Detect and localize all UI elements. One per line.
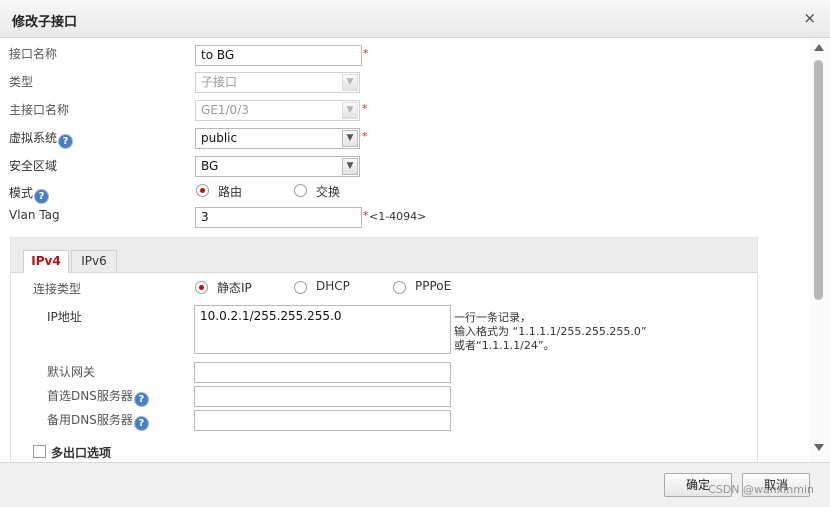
interface-name-input[interactable]: to BG xyxy=(195,45,362,66)
close-icon[interactable]: × xyxy=(803,9,816,27)
vertical-scrollbar[interactable] xyxy=(810,38,830,462)
multi-egress-label[interactable]: 多出口选项 xyxy=(51,444,111,461)
type-value: 子接口 xyxy=(201,75,238,89)
security-zone-select[interactable]: BG ▼ xyxy=(195,156,360,177)
primary-dns-label-text: 首选DNS服务器 xyxy=(47,389,133,403)
connection-dhcp-label[interactable]: DHCP xyxy=(316,279,350,293)
watermark: CSDN @wanxinmin xyxy=(708,483,814,496)
tab-ipv4[interactable]: IPv4 xyxy=(23,250,69,273)
required-marker: * xyxy=(363,47,369,60)
connection-dhcp-radio[interactable] xyxy=(294,281,307,294)
address-panel: IPv4 IPv6 连接类型 静态IP DHCP PPPoE IP地址 10.0… xyxy=(10,237,758,462)
connection-pppoe-label[interactable]: PPPoE xyxy=(415,279,451,293)
scroll-down-icon[interactable] xyxy=(814,444,824,451)
ip-address-textarea[interactable]: 10.0.2.1/255.255.255.0 xyxy=(194,305,451,354)
dialog-title: 修改子接口 xyxy=(12,15,78,30)
chevron-down-icon: ▼ xyxy=(342,74,358,91)
type-label: 类型 xyxy=(9,75,34,89)
default-gateway-input[interactable] xyxy=(194,362,451,383)
required-marker: * xyxy=(362,102,368,115)
mode-route-label[interactable]: 路由 xyxy=(218,183,242,200)
secondary-dns-label: 备用DNS服务器? xyxy=(47,411,148,430)
connection-static-label[interactable]: 静态IP xyxy=(217,279,252,296)
type-select: 子接口 ▼ xyxy=(195,72,360,93)
default-gateway-label: 默认网关 xyxy=(47,365,96,379)
help-icon[interactable]: ? xyxy=(134,393,148,406)
multi-egress-checkbox[interactable] xyxy=(33,445,46,458)
help-icon[interactable]: ? xyxy=(35,190,49,203)
connection-static-radio[interactable] xyxy=(195,281,208,294)
vlan-tag-input[interactable]: 3 xyxy=(195,207,362,228)
primary-dns-label: 首选DNS服务器? xyxy=(47,387,148,406)
ip-address-label: IP地址 xyxy=(47,310,82,324)
ipv4-tab-body: 连接类型 静态IP DHCP PPPoE IP地址 10.0.2.1/255.2… xyxy=(11,273,757,462)
secondary-dns-label-text: 备用DNS服务器 xyxy=(47,413,133,427)
secondary-dns-input[interactable] xyxy=(194,410,451,431)
primary-dns-input[interactable] xyxy=(194,386,451,407)
chevron-down-icon[interactable]: ▼ xyxy=(342,158,358,175)
tab-strip: IPv4 IPv6 xyxy=(11,238,757,273)
chevron-down-icon[interactable]: ▼ xyxy=(342,130,358,147)
help-icon[interactable]: ? xyxy=(134,417,148,430)
dialog-content: 接口名称 to BG * 类型 子接口 ▼ 主接口名称 GE1/0/3 ▼ * … xyxy=(0,38,810,462)
ip-hint-line3: 或者“1.1.1.1/24”。 xyxy=(454,339,555,352)
tab-ipv6[interactable]: IPv6 xyxy=(71,250,117,272)
help-icon[interactable]: ? xyxy=(59,135,73,148)
security-zone-label: 安全区域 xyxy=(9,159,58,173)
virtual-system-label: 虚拟系统? xyxy=(9,129,73,148)
virtual-system-select[interactable]: public ▼ xyxy=(195,128,360,149)
mode-switch-label[interactable]: 交换 xyxy=(316,183,340,200)
dialog-footer: 确定 取消 CSDN @wanxinmin xyxy=(0,462,830,507)
required-marker: * xyxy=(363,209,369,222)
interface-name-label: 接口名称 xyxy=(9,47,58,61)
scroll-up-icon[interactable] xyxy=(814,44,824,51)
vlan-tag-label: Vlan Tag xyxy=(9,208,60,222)
security-zone-value: BG xyxy=(201,159,219,173)
virtual-system-label-text: 虚拟系统 xyxy=(9,131,58,145)
mode-label: 模式? xyxy=(9,184,49,203)
chevron-down-icon: ▼ xyxy=(342,102,358,119)
virtual-system-value: public xyxy=(201,131,238,145)
mode-switch-radio[interactable] xyxy=(294,184,307,197)
scroll-thumb[interactable] xyxy=(814,60,823,300)
connection-type-label: 连接类型 xyxy=(33,282,82,296)
required-marker: * xyxy=(362,130,368,143)
dialog-title-bar[interactable]: 修改子接口 × xyxy=(0,0,830,38)
connection-pppoe-radio[interactable] xyxy=(393,281,406,294)
mode-route-radio[interactable] xyxy=(196,184,209,197)
main-interface-value: GE1/0/3 xyxy=(201,103,249,117)
vlan-range-hint: <1-4094> xyxy=(369,210,427,223)
main-interface-select: GE1/0/3 ▼ xyxy=(195,100,360,121)
main-interface-label: 主接口名称 xyxy=(9,103,70,117)
mode-label-text: 模式 xyxy=(9,186,34,200)
